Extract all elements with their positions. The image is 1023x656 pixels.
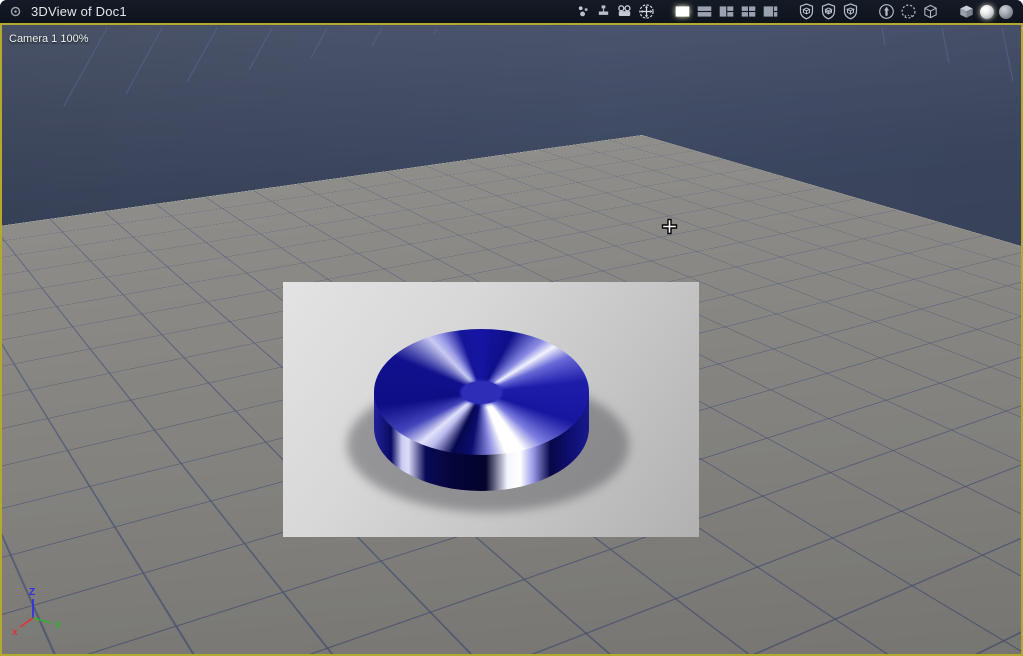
layout-four-grid-icon[interactable] bbox=[740, 3, 757, 20]
disc-center-cap bbox=[461, 381, 502, 404]
show-normals-icon[interactable] bbox=[878, 3, 895, 20]
layout-three-pane-icon[interactable] bbox=[718, 3, 735, 20]
axis-gizmo: Z y x bbox=[12, 587, 61, 638]
render-preview-image bbox=[283, 282, 699, 537]
center-view-icon[interactable] bbox=[638, 3, 655, 20]
display-smooth-icon[interactable] bbox=[980, 4, 994, 19]
window-title: 3DView of Doc1 bbox=[31, 4, 127, 19]
display-textured-icon[interactable] bbox=[999, 4, 1013, 19]
camera-icon[interactable] bbox=[616, 3, 633, 20]
title-bar: 3DView of Doc1 bbox=[0, 0, 1023, 23]
show-points-icon[interactable] bbox=[900, 3, 917, 20]
display-solid-box-icon[interactable] bbox=[958, 3, 975, 20]
axis-y-label: y bbox=[55, 619, 61, 630]
layout-mixed-icon[interactable] bbox=[762, 3, 779, 20]
layout-single-icon[interactable] bbox=[674, 3, 691, 20]
particles-icon[interactable] bbox=[576, 4, 591, 19]
axis-z-label: Z bbox=[29, 587, 35, 598]
layout-split-horizontal-icon[interactable] bbox=[696, 3, 713, 20]
display-wireframe-icon[interactable] bbox=[922, 3, 939, 20]
viewport-toolbar bbox=[576, 3, 1013, 20]
3d-view-window: 3DView of Doc1 Camera 1 100% Z y x bbox=[0, 0, 1023, 656]
shield-isoline-b-icon[interactable] bbox=[820, 3, 837, 20]
shield-isoline-a-icon[interactable] bbox=[798, 3, 815, 20]
hierarchy-icon[interactable] bbox=[596, 4, 611, 19]
viewport-3d-canvas[interactable]: Camera 1 100% Z y x bbox=[0, 23, 1023, 656]
window-collapse-icon[interactable] bbox=[10, 6, 21, 17]
shield-isoline-c-icon[interactable] bbox=[842, 3, 859, 20]
axis-x-label: x bbox=[12, 627, 18, 638]
camera-name-label: Camera 1 100% bbox=[9, 33, 89, 45]
